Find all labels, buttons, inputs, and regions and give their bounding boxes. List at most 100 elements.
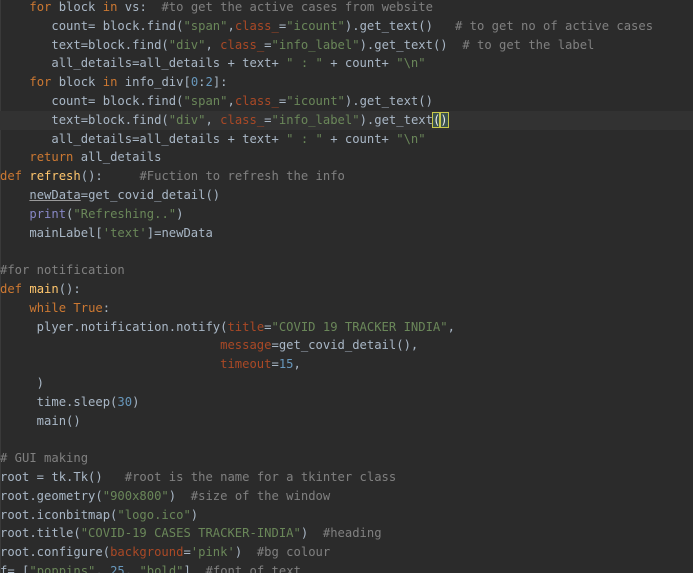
code-token: (): [80, 169, 140, 184]
code-token: #heading [322, 526, 382, 541]
code-token: #Fuction to refresh the info [139, 169, 345, 184]
code-token: , [293, 357, 301, 372]
code-line[interactable]: main() [0, 412, 693, 431]
code-line[interactable]: f= ["poppins", 25, "bold"] #font of text [0, 562, 693, 573]
code-line[interactable]: # GUI making [0, 449, 693, 468]
code-line[interactable]: root.configure(background='pink') #bg co… [0, 543, 693, 562]
code-token: "info_label" [271, 112, 360, 127]
code-token: ).get_text [359, 112, 433, 127]
code-line[interactable]: def refresh(): #Fuction to refresh the i… [0, 167, 693, 186]
code-token: all_details=all_details + text+ [0, 56, 287, 71]
code-token: class_ [220, 37, 265, 52]
code-token: count= block.find( [0, 18, 184, 33]
code-token: ) [176, 206, 184, 221]
code-token: 'text' [102, 225, 147, 240]
code-token: text=block.find( [0, 112, 169, 127]
code-token: ).get_text() [344, 94, 433, 108]
code-line[interactable]: timeout=15, [0, 355, 693, 374]
code-line-current[interactable]: text=block.find("div", class_="info_labe… [0, 110, 693, 130]
code-token: def [0, 282, 23, 296]
code-token: text=block.find( [0, 37, 169, 52]
code-line[interactable]: print("Refreshing..") [0, 205, 693, 224]
code-token: = [264, 112, 272, 127]
code-token: "poppins" [29, 564, 96, 573]
code-token: = [264, 319, 272, 334]
code-token: refresh [29, 169, 81, 184]
code-line[interactable]: root.iconbitmap("logo.ico") [0, 506, 693, 525]
code-line[interactable]: while True: [0, 299, 693, 318]
code-token: root = tk.Tk() [0, 470, 125, 484]
code-line[interactable]: def main(): [0, 280, 693, 299]
code-token: root.title( [0, 526, 81, 541]
code-line[interactable]: root = tk.Tk() #root is the name for a t… [0, 468, 693, 487]
code-token: root.geometry( [0, 488, 103, 503]
code-line[interactable]: time.sleep(30) [0, 393, 693, 412]
code-token: message [220, 338, 272, 353]
code-token: "div" [168, 37, 206, 52]
code-line[interactable]: all_details=all_details + text+ " : " + … [0, 130, 693, 149]
code-token: "div" [168, 112, 206, 127]
code-token: in [102, 75, 118, 90]
code-token: = [264, 37, 272, 52]
code-line[interactable]: root.geometry("900x800") #size of the wi… [0, 487, 693, 506]
code-token: 30 [117, 394, 133, 409]
code-token: + count+ [322, 131, 397, 146]
code-token: , [124, 564, 140, 573]
code-editor[interactable]: for block in vs: #to get the active case… [0, 0, 693, 573]
code-token: all_details [73, 150, 162, 165]
code-token: mainLabel[ [0, 225, 103, 240]
code-line[interactable]: message=get_covid_detail(), [0, 336, 693, 355]
code-token: f= [ [0, 564, 30, 573]
code-line[interactable]: all_details=all_details + text+ " : " + … [0, 54, 693, 73]
code-token: 2 [205, 75, 213, 90]
code-line[interactable]: count= block.find("span",class_="icount"… [0, 92, 693, 111]
code-token: title [227, 319, 265, 334]
code-line[interactable]: mainLabel['text']=newData [0, 224, 693, 243]
code-token: class_ [234, 18, 279, 33]
code-token: 15 [278, 357, 294, 372]
code-token: ]: [212, 75, 228, 90]
code-token: block [51, 75, 103, 90]
code-line[interactable]: return all_details [0, 148, 693, 167]
code-token: "span" [183, 18, 228, 33]
code-line[interactable]: newData=get_covid_detail() [0, 186, 693, 205]
code-line[interactable] [0, 430, 693, 449]
code-line[interactable]: for block in vs: #to get the active case… [0, 0, 693, 17]
code-line[interactable]: for block in info_div[0:2]: [0, 73, 693, 92]
code-token: =get_covid_detail() [80, 188, 221, 202]
code-line[interactable]: text=block.find("div", class_="info_labe… [0, 36, 693, 55]
code-token: , [447, 319, 455, 334]
code-token: "logo.ico" [117, 507, 191, 522]
code-token: ) [190, 507, 199, 522]
code-token: "900x800" [102, 488, 169, 503]
code-line[interactable]: count= block.find("span",class_="icount"… [0, 17, 693, 36]
code-token: #font of text [205, 564, 301, 573]
code-token: #size of the window [190, 488, 331, 503]
code-token: "icount" [286, 94, 345, 108]
code-token: ) [168, 488, 191, 503]
code-token: = [183, 545, 191, 560]
code-line[interactable]: ) [0, 374, 693, 393]
code-token: 'pink' [190, 545, 235, 560]
code-token: " : " [286, 56, 323, 71]
code-token: 25 [110, 564, 125, 573]
code-line[interactable]: root.title("COVID-19 CASES TRACKER-INDIA… [0, 524, 693, 543]
code-line[interactable]: #for notification [0, 261, 693, 280]
code-token: #root is the name for a tkinter class [124, 470, 397, 484]
code-token: info_div[ [117, 75, 191, 90]
code-token: count= block.find( [0, 94, 184, 108]
code-token: # to get the label [462, 37, 595, 52]
code-token: , [95, 564, 111, 573]
code-token: #to get the active cases from website [161, 0, 433, 14]
code-token: return [29, 150, 74, 165]
code-token: all_details=all_details + text+ [0, 131, 287, 146]
code-line[interactable]: plyer.notification.notify(title="COVID 1… [0, 318, 693, 337]
code-token: "bold" [139, 564, 184, 573]
code-token: in [102, 0, 118, 14]
code-token: #bg colour [256, 545, 331, 560]
code-line[interactable] [0, 242, 693, 261]
code-token: , [205, 112, 221, 127]
code-token: newData [29, 188, 81, 202]
code-token: "COVID-19 CASES TRACKER-INDIA" [80, 526, 301, 541]
